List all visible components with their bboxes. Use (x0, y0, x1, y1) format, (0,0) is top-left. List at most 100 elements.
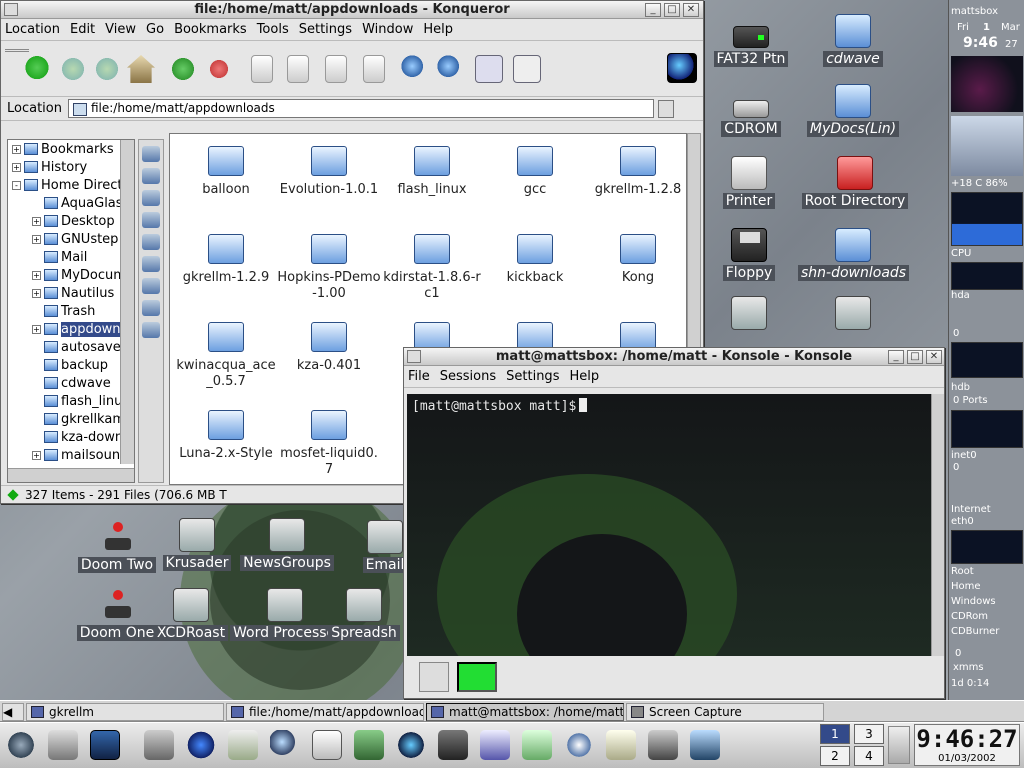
menu-sessions[interactable]: Sessions (440, 369, 496, 384)
desktop-icon-root-directory[interactable]: Root Directory (800, 156, 910, 209)
magic-wand-icon[interactable] (606, 730, 636, 760)
tree-item[interactable]: Mail (8, 248, 134, 266)
desktop-icon-cdwave[interactable]: cdwave (798, 14, 908, 67)
terminal-launcher-icon[interactable] (90, 730, 120, 760)
file-folder-item[interactable]: kza-0.401 (277, 322, 381, 374)
mount-home[interactable]: Home (951, 581, 1023, 596)
tree-item[interactable]: + Desktop (8, 212, 134, 230)
konqueror-titlebar[interactable]: file:/home/matt/appdownloads - Konqueror… (1, 1, 703, 19)
mount-cdrom[interactable]: CDRom (951, 611, 1023, 626)
zoom-out-icon[interactable] (437, 55, 465, 83)
task-konsole[interactable]: matt@mattsbox: /home/matt - K (426, 703, 624, 721)
file-folder-item[interactable]: Hopkins-PDemo-1.00 (277, 234, 381, 302)
tree-item[interactable]: kza-down (8, 428, 134, 446)
network-tab-icon[interactable] (142, 212, 160, 228)
close-button[interactable]: ✕ (683, 3, 699, 17)
menu-tools[interactable]: Tools (257, 22, 289, 37)
find-files-icon[interactable] (270, 730, 300, 760)
collapse-icon[interactable]: - (12, 180, 21, 190)
forward-arrow-icon[interactable] (93, 55, 121, 83)
toolbar-grip[interactable] (5, 49, 29, 52)
devices-tab-icon[interactable] (142, 256, 160, 272)
task-konqueror[interactable]: file:/home/matt/appdownloads - (226, 703, 424, 721)
menu-help[interactable]: Help (423, 22, 453, 37)
directory-tree[interactable]: + Bookmarks + History - Home Directo AquaGlas +… (7, 139, 135, 483)
file-folder-item[interactable]: Luna-2.x-Style (174, 410, 278, 462)
desktop-3-button[interactable]: 3 (854, 724, 884, 744)
spreadsheet-launcher-icon[interactable] (522, 730, 552, 760)
location-dropdown-button[interactable] (657, 99, 674, 118)
file-folder-item[interactable]: gkrellm-1.2.9 (174, 234, 278, 286)
sound-mixer-icon[interactable] (648, 730, 678, 760)
home-icon[interactable] (127, 55, 155, 83)
file-folder-item[interactable]: Kong (586, 234, 686, 286)
expand-icon[interactable]: + (32, 288, 41, 298)
tree-item[interactable]: AquaGlas (8, 194, 134, 212)
location-input[interactable]: file:/home/matt/appdownloads (67, 99, 654, 118)
file-folder-item[interactable]: gcc (483, 146, 587, 198)
expand-icon[interactable]: + (12, 162, 21, 172)
tree-vertical-scrollbar[interactable] (120, 140, 134, 464)
file-folder-item[interactable]: Evolution-1.0.1 (277, 146, 381, 198)
file-folder-item[interactable]: gkrellm-1.2.8 (586, 146, 686, 198)
messenger-icon[interactable] (438, 730, 468, 760)
tree-item[interactable]: flash_linu (8, 392, 134, 410)
image-viewer-icon[interactable] (564, 730, 594, 760)
mount-windows[interactable]: Windows (951, 596, 1023, 611)
info-icon[interactable] (186, 730, 216, 760)
tree-item[interactable]: + History (8, 158, 134, 176)
session-tab-shell[interactable] (457, 662, 497, 692)
news-reader-icon[interactable] (312, 730, 342, 760)
maximize-button[interactable]: □ (907, 350, 923, 364)
xmms-label[interactable]: xmms (951, 662, 1023, 673)
close-panel-icon[interactable] (142, 146, 160, 162)
tree-item[interactable]: + Nautilus (8, 284, 134, 302)
desktop-icon-spreadsheet[interactable]: Spreadsh (324, 588, 404, 641)
tree-horizontal-scrollbar[interactable] (8, 468, 134, 482)
new-session-button[interactable] (419, 662, 449, 692)
copy-icon[interactable] (287, 55, 309, 83)
detail-view-icon[interactable] (513, 55, 541, 83)
desktop-icon-floppy[interactable]: Floppy (694, 228, 804, 281)
menu-window[interactable]: Window (362, 22, 413, 37)
menu-edit[interactable]: Edit (70, 22, 95, 37)
stop-icon[interactable] (205, 55, 233, 83)
tree-item[interactable]: Trash (8, 302, 134, 320)
zoom-in-icon[interactable] (401, 55, 429, 83)
mount-root[interactable]: Root (951, 566, 1023, 581)
konsole-window[interactable]: matt@mattsbox: /home/matt - Konsole - Ko… (403, 347, 945, 699)
desktop-icon-cdrom[interactable]: CDROM (696, 88, 806, 137)
network-monitor-icon[interactable] (690, 730, 720, 760)
menu-file[interactable]: File (408, 369, 430, 384)
tree-item[interactable]: + GNUstep (8, 230, 134, 248)
icon-view-icon[interactable] (475, 55, 503, 83)
konqueror-globe-icon[interactable] (667, 53, 697, 83)
desktop-icon-newsgroups[interactable]: NewsGroups (232, 518, 342, 571)
treeview-tab-icon[interactable] (142, 322, 160, 338)
kde-menu-icon[interactable] (6, 730, 36, 760)
web-browser-icon[interactable] (396, 730, 426, 760)
home-folder-icon[interactable] (228, 730, 258, 760)
mail-client-icon[interactable] (354, 730, 384, 760)
desktop-icon-printer[interactable]: Printer (694, 156, 804, 209)
tree-item[interactable]: + appdownl (8, 320, 134, 338)
menu-view[interactable]: View (105, 22, 136, 37)
menu-go[interactable]: Go (146, 22, 164, 37)
desktop-4-button[interactable]: 4 (854, 746, 884, 766)
expand-icon[interactable]: + (32, 234, 41, 244)
package-manager-icon[interactable] (144, 730, 174, 760)
desktop-1-button[interactable]: 1 (820, 724, 850, 744)
minimize-button[interactable]: _ (888, 350, 904, 364)
desktop-icon-shn-downloads[interactable]: shn-downloads (798, 228, 910, 281)
task-gkrellm[interactable]: gkrellm (26, 703, 224, 721)
desktop-2-button[interactable]: 2 (820, 746, 850, 766)
konsole-titlebar[interactable]: matt@mattsbox: /home/matt - Konsole - Ko… (404, 348, 944, 366)
desktop-icon-unnamed-2[interactable] (798, 296, 908, 333)
file-folder-item[interactable]: flash_linux (380, 146, 484, 198)
mount-cdburner[interactable]: CDBurner (951, 626, 1023, 641)
expand-icon[interactable]: + (32, 216, 41, 226)
taskbar-scroll-left[interactable]: ◀ (2, 703, 24, 721)
tree-item[interactable]: cdwave (8, 374, 134, 392)
panel-clock[interactable]: 9:46:27 01/03/2002 (914, 724, 1020, 766)
expand-icon[interactable]: + (32, 450, 41, 460)
